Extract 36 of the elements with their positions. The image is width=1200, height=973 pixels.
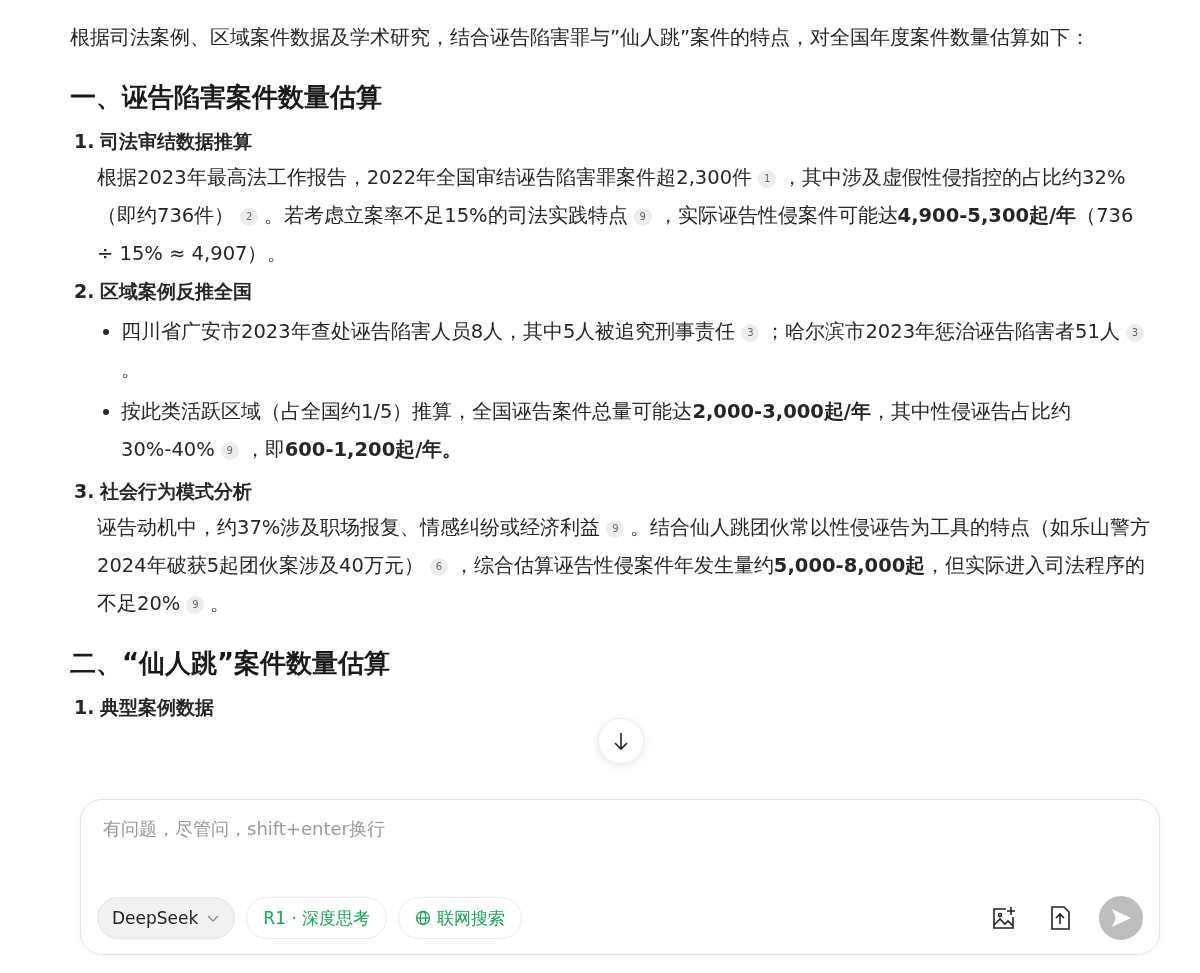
list-number: 1. (74, 129, 95, 154)
citation-badge[interactable]: 9 (633, 208, 652, 226)
bullet-icon (103, 329, 109, 335)
intro-paragraph: 根据司法案例、区域案件数据及学术研究，结合诬告陷害罪与”仙人跳”案件的特点，对全国年度案件数量估算如下： (70, 25, 1092, 51)
chevron-down-icon (206, 913, 221, 923)
citation-badge[interactable]: 3 (741, 324, 760, 342)
item-title: 司法审结数据推算 (100, 129, 253, 154)
item-title: 典型案例数据 (100, 695, 215, 720)
scroll-down-button[interactable] (598, 718, 644, 764)
send-icon (1109, 906, 1133, 930)
citation-badge[interactable]: 1 (758, 170, 777, 188)
citation-badge[interactable]: 2 (240, 208, 259, 226)
section-heading: 二、“仙人跳”案件数量估算 (70, 647, 392, 680)
citation-badge[interactable]: 9 (220, 442, 239, 460)
citation-badge[interactable]: 9 (186, 596, 205, 614)
list-number: 3. (74, 479, 95, 504)
paragraph: 诬告动机中，约37%涉及职场报复、情感纠纷或经济利益 9 。结合仙人跳团伙常以性侵诬告为工具的特点（如乐山警方2024年破获5起团伙案涉及40万元） 6 ，综合估算诬告性侵案件年发生量约5,000-8,000起，但实际进入司法程序的不足20% 9 。 (97, 515, 1152, 617)
paragraph: 根据2023年最高法工作报告，2022年全国审结诬告陷害罪案件超2,300件 1 ，其中涉及虚假性侵指控的占比约32%（即约736件） 2 。若考虑立案率不足15%的司法实践特点 9 ，实际诬告性侵案件可能达4,900-5,300起/年（736 ÷ 15% ≈ 4,907）。 (97, 165, 1135, 267)
bullet-text: 按此类活跃区域（占全国约1/5）推算，全国诬告案件总量可能达2,000-3,000起/年，其中性侵诬告占比约30%-40% 9 ，即600-1,200起/年。 (121, 399, 1072, 463)
toggle-button[interactable]: R1 · 深度思考 (246, 897, 388, 939)
citation-badge[interactable]: 9 (606, 520, 625, 538)
image-plus-icon (991, 905, 1017, 931)
model-selector[interactable]: DeepSeek (97, 897, 236, 939)
list-number: 1. (74, 695, 95, 720)
citation-badge[interactable]: 6 (429, 558, 448, 576)
section-heading: 一、诬告陷害案件数量估算 (70, 81, 383, 114)
item-title: 区域案例反推全国 (100, 279, 253, 304)
upload-icon (1048, 905, 1072, 931)
citation-badge[interactable]: 3 (1125, 324, 1144, 342)
item-title: 社会行为模式分析 (100, 479, 253, 504)
list-number: 2. (74, 279, 95, 304)
message-input[interactable]: 有问题，尽管问，shift+enter换行 (97, 814, 1143, 843)
bullet-text: 四川省广安市2023年查处诬告陷害人员8人，其中5人被追究刑事责任 3 ；哈尔滨市2023年惩治诬告陷害者51人 3 。 (121, 313, 1155, 389)
globe-icon (415, 910, 432, 926)
bullet-icon (103, 409, 109, 415)
toggle-button[interactable]: 联网搜索 (398, 897, 523, 939)
